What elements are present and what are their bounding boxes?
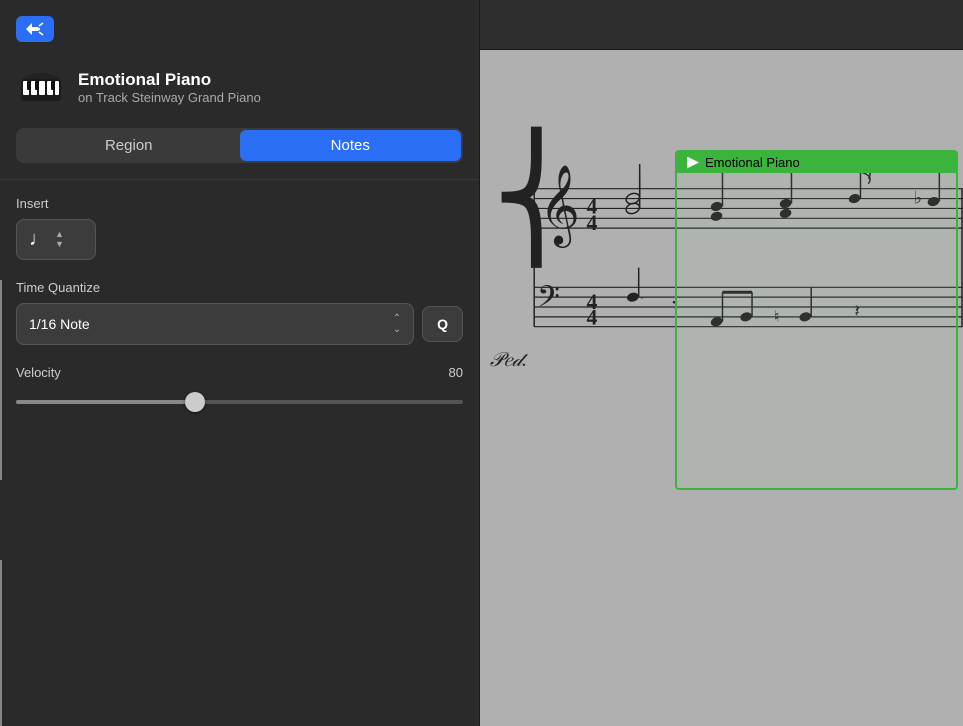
slider-fill xyxy=(16,400,195,404)
instrument-info: Emotional Piano on Track Steinway Grand … xyxy=(0,52,479,128)
notation-svg: ⎨ 𝄞 4 4 xyxy=(480,100,963,726)
velocity-value: 80 xyxy=(449,365,463,380)
instrument-text: Emotional Piano on Track Steinway Grand … xyxy=(78,70,261,105)
svg-text:𝄞: 𝄞 xyxy=(539,166,580,248)
stepper-arrows: ▲ ▼ xyxy=(55,230,64,249)
note-stepper[interactable]: ♩ ▲ ▼ xyxy=(16,219,96,260)
tab-notes[interactable]: Notes xyxy=(240,130,462,161)
svg-text:4: 4 xyxy=(586,211,597,235)
right-panel: 1 ⎨ xyxy=(480,0,963,726)
divider xyxy=(0,179,479,180)
score-header xyxy=(480,0,963,50)
tab-region[interactable]: Region xyxy=(18,130,240,161)
svg-text:𝄾: 𝄾 xyxy=(672,293,678,317)
slider-track xyxy=(16,400,463,404)
svg-text:4: 4 xyxy=(586,306,597,330)
instrument-track: on Track Steinway Grand Piano xyxy=(78,90,261,105)
svg-text:♮: ♮ xyxy=(774,309,780,326)
time-quantize-row: 1/16 Note ⌃⌄ Q xyxy=(16,303,463,345)
time-quantize-value: 1/16 Note xyxy=(29,316,90,332)
scissors-tool-button[interactable] xyxy=(16,16,54,42)
svg-text:𝄢: 𝄢 xyxy=(537,280,560,320)
svg-text:𝄽: 𝄽 xyxy=(855,301,860,321)
tab-bar: Region Notes xyxy=(16,128,463,163)
score-area: ⎨ 𝄞 4 4 xyxy=(480,50,963,726)
svg-text:𝒫𝑒𝒹.: 𝒫𝑒𝒹. xyxy=(490,349,528,371)
time-quantize-label: Time Quantize xyxy=(16,280,463,295)
toolbar xyxy=(0,0,479,52)
left-panel: Emotional Piano on Track Steinway Grand … xyxy=(0,0,480,726)
stepper-down-icon[interactable]: ▼ xyxy=(55,240,64,249)
velocity-section: Velocity 80 xyxy=(0,365,479,432)
time-quantize-section: Time Quantize 1/16 Note ⌃⌄ Q xyxy=(0,280,479,365)
slider-thumb[interactable] xyxy=(185,392,205,412)
insert-label: Insert xyxy=(16,196,463,211)
velocity-slider[interactable] xyxy=(16,392,463,412)
scissors-icon xyxy=(26,22,44,36)
score-sheet: ⎨ 𝄞 4 4 xyxy=(480,50,963,726)
svg-text:.: . xyxy=(641,291,644,302)
time-quantize-select[interactable]: 1/16 Note ⌃⌄ xyxy=(16,303,414,345)
note-icon: ♩ xyxy=(29,228,49,251)
left-edge-line2 xyxy=(0,560,2,726)
instrument-name: Emotional Piano xyxy=(78,70,261,90)
stepper-up-icon[interactable]: ▲ xyxy=(55,230,64,239)
insert-control: ♩ ▲ ▼ xyxy=(16,219,463,260)
velocity-header: Velocity 80 xyxy=(16,365,463,380)
svg-text:♭: ♭ xyxy=(914,188,922,208)
instrument-icon xyxy=(16,62,66,112)
quantize-button[interactable]: Q xyxy=(422,306,463,342)
insert-section: Insert ♩ ▲ ▼ xyxy=(0,196,479,280)
velocity-label: Velocity xyxy=(16,365,61,380)
left-edge-line xyxy=(0,280,2,480)
select-chevron-icon: ⌃⌄ xyxy=(393,313,401,335)
piano-svg xyxy=(17,63,65,111)
